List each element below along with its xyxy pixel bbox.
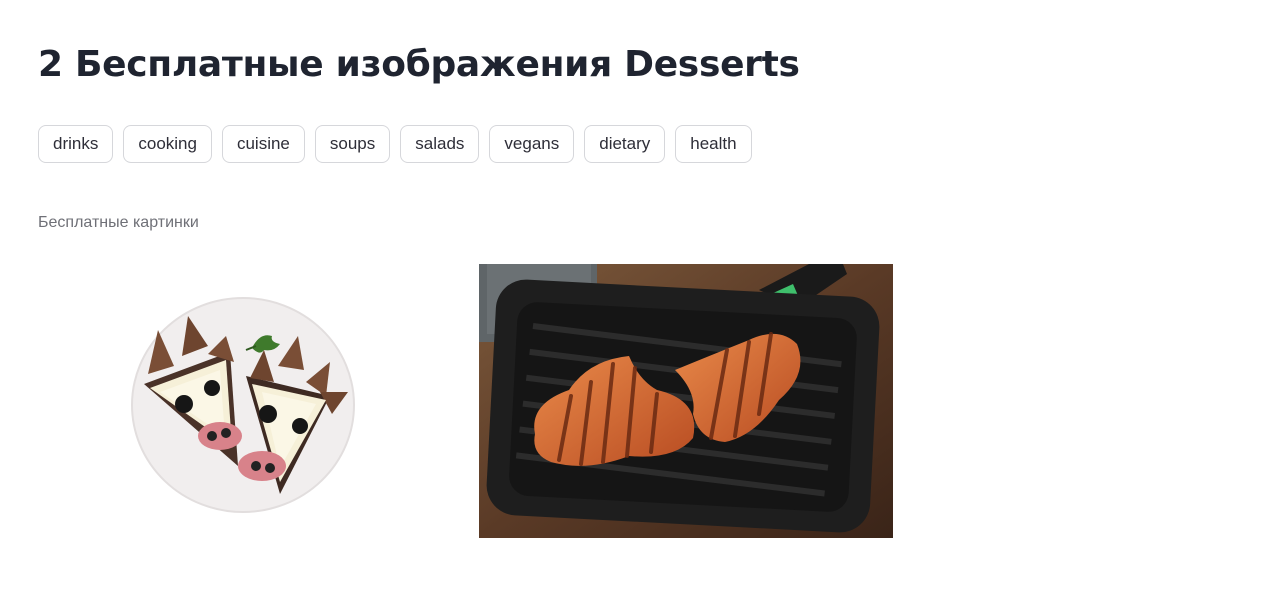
gallery-image-sandwich-plate[interactable] [130,296,356,514]
sandwich-plate-illustration [131,297,355,513]
tag-vegans[interactable]: vegans [489,125,575,163]
tag-soups[interactable]: soups [314,125,391,163]
grill-pan-illustration [479,264,893,538]
tag-drinks[interactable]: drinks [38,125,114,163]
tag-salads[interactable]: salads [400,125,480,163]
gallery-image-grilled-meat[interactable] [479,264,893,538]
tag-dietary[interactable]: dietary [584,125,666,163]
gallery-label: Бесплатные картинки [38,214,199,231]
tag-list: drinks cooking cuisine soups salads vega… [38,125,752,163]
tag-health[interactable]: health [675,125,752,163]
page: 2 Бесплатные изображения Desserts drinks… [0,0,1280,606]
tag-cooking[interactable]: cooking [123,125,212,163]
tag-cuisine[interactable]: cuisine [221,125,305,163]
page-title: 2 Бесплатные изображения Desserts [38,44,800,85]
